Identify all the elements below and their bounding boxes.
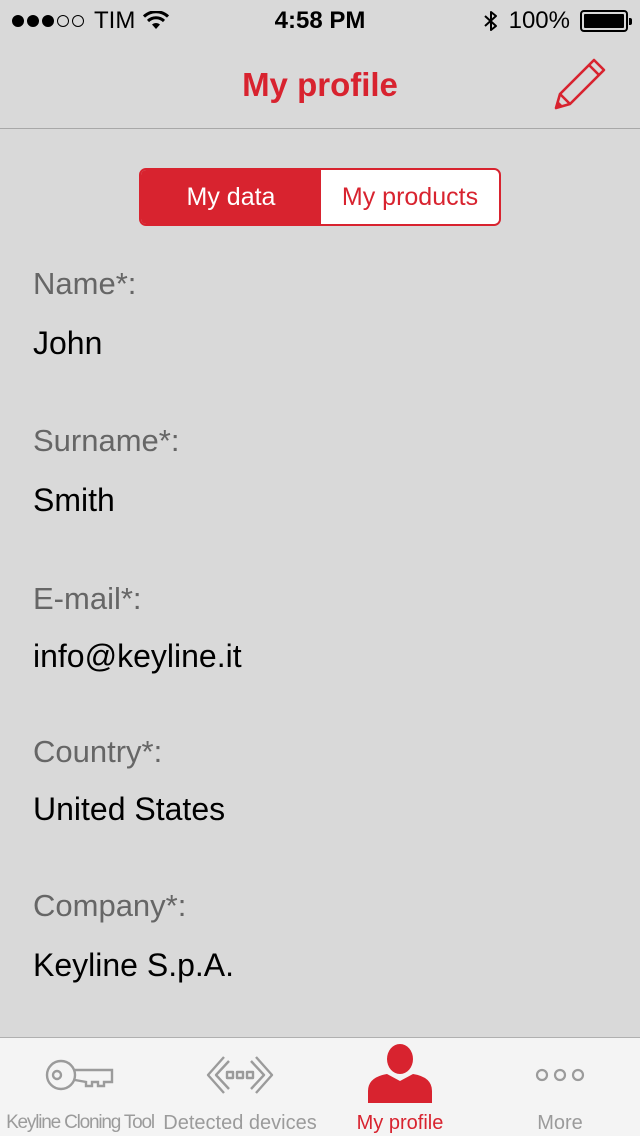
tab-label: Detected devices	[163, 1112, 317, 1134]
company-label: Company*:	[33, 888, 187, 923]
tab-my-data[interactable]: My data	[141, 170, 321, 224]
status-bar: TIM 4:58 PM 100%	[0, 0, 640, 40]
segmented-control: My data My products	[139, 168, 501, 226]
surname-label: Surname*:	[33, 423, 180, 458]
pencil-icon	[554, 58, 606, 110]
name-label: Name*:	[33, 266, 137, 301]
tab-bar: Keyline Cloning Tool Detected devices My…	[0, 1037, 640, 1136]
tab-label: More	[537, 1112, 583, 1134]
tab-keyline-cloning-tool[interactable]: Keyline Cloning Tool	[0, 1038, 160, 1136]
status-right: 100%	[483, 7, 632, 35]
key-icon	[45, 1059, 114, 1091]
country-label: Country*:	[33, 734, 163, 769]
tab-label: My profile	[356, 1112, 444, 1134]
company-value: Keyline S.p.A.	[33, 947, 234, 983]
more-icon	[535, 1068, 585, 1082]
page-title: My profile	[242, 66, 398, 103]
battery-percent: 100%	[508, 7, 570, 34]
tab-label: Keyline Cloning Tool	[6, 1112, 155, 1133]
person-icon	[368, 1044, 432, 1103]
tab-more[interactable]: More	[480, 1038, 640, 1136]
name-value: John	[33, 325, 103, 361]
tab-my-profile[interactable]: My profile	[320, 1038, 480, 1136]
nav-bar: My profile	[0, 40, 640, 129]
edit-button[interactable]	[552, 54, 610, 112]
tab-my-products[interactable]: My products	[321, 170, 499, 224]
email-value: info@keyline.it	[33, 638, 242, 674]
surname-value: Smith	[33, 482, 115, 518]
country-value: United States	[33, 791, 226, 827]
tab-detected-devices[interactable]: Detected devices	[160, 1038, 320, 1136]
battery-icon	[580, 10, 632, 32]
email-label: E-mail*:	[33, 581, 142, 616]
bluetooth-icon	[483, 11, 497, 31]
devices-icon	[206, 1056, 274, 1094]
